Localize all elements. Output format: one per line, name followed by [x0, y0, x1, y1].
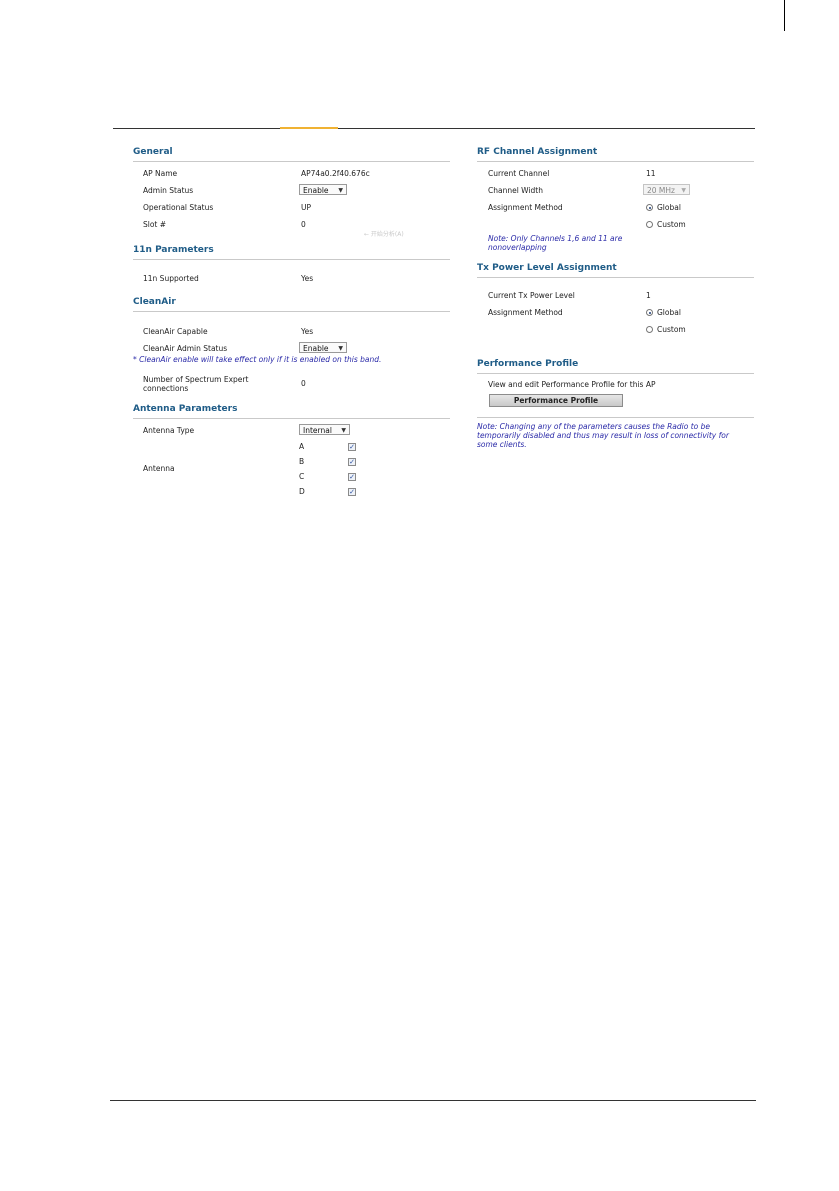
ap-name-value: AP74a0.2f40.676c: [301, 169, 370, 178]
current-channel-label: Current Channel: [488, 169, 550, 178]
antenna-label: Antenna: [143, 464, 175, 473]
11n-supported-value: Yes: [301, 274, 314, 283]
cleanair-admin-status-value: Enable: [303, 344, 329, 353]
rf-global-label: Global: [657, 203, 681, 212]
performance-profile-button[interactable]: Performance Profile: [489, 394, 623, 407]
ghost-overlay-text: ← 开始分析(A): [364, 231, 404, 238]
cleanair-divider: [133, 311, 450, 312]
bottom-note-line1: Note: Changing any of the parameters cau…: [477, 422, 711, 431]
general-divider: [133, 161, 450, 162]
tx-assignment-method-label: Assignment Method: [488, 308, 563, 317]
antenna-c-checkbox[interactable]: ✓: [348, 473, 356, 481]
spectrum-expert-label-line1: Number of Spectrum Expert: [143, 375, 249, 384]
admin-status-value: Enable: [303, 186, 329, 195]
chevron-down-icon: ▼: [338, 187, 343, 194]
spectrum-expert-label-line2: connections: [143, 384, 189, 393]
antenna-type-value: Internal: [303, 426, 332, 435]
tx-power-title: Tx Power Level Assignment: [477, 263, 617, 273]
antenna-divider: [133, 418, 450, 419]
ap-name-label: AP Name: [143, 169, 178, 178]
chevron-down-icon: ▼: [338, 345, 343, 352]
chevron-down-icon: ▼: [681, 187, 686, 194]
antenna-title: Antenna Parameters: [133, 404, 238, 414]
antenna-type-label: Antenna Type: [143, 426, 195, 435]
admin-status-select[interactable]: Enable ▼: [299, 184, 347, 195]
tx-global-label: Global: [657, 308, 681, 317]
header-rule: [113, 128, 755, 129]
cleanair-admin-status-select[interactable]: Enable ▼: [299, 342, 347, 353]
active-tab-indicator: [280, 127, 338, 129]
params-11n-title: 11n Parameters: [133, 245, 214, 255]
operational-status-label: Operational Status: [143, 203, 214, 212]
cleanair-capable-value: Yes: [301, 327, 314, 336]
tx-custom-radio[interactable]: [646, 326, 653, 333]
11n-supported-label: 11n Supported: [143, 274, 199, 283]
antenna-d-label: D: [299, 487, 305, 496]
rf-global-radio[interactable]: [646, 204, 653, 211]
current-tx-power-label: Current Tx Power Level: [488, 291, 575, 300]
performance-divider: [477, 373, 754, 374]
footer-rule: [110, 1100, 756, 1101]
tx-power-divider: [477, 277, 754, 278]
current-channel-value: 11: [646, 169, 656, 178]
antenna-b-label: B: [299, 457, 305, 466]
slot-label: Slot #: [143, 220, 167, 229]
antenna-d-checkbox[interactable]: ✓: [348, 488, 356, 496]
performance-title: Performance Profile: [477, 359, 579, 369]
antenna-c-label: C: [299, 472, 305, 481]
channel-width-label: Channel Width: [488, 186, 543, 195]
operational-status-value: UP: [301, 203, 312, 212]
slot-value: 0: [301, 220, 306, 229]
cleanair-capable-label: CleanAir Capable: [143, 327, 208, 336]
params-11n-divider: [133, 259, 450, 260]
rf-channel-divider: [477, 161, 754, 162]
bottom-note-line2: temporarily disabled and thus may result…: [477, 431, 729, 440]
performance-description: View and edit Performance Profile for th…: [488, 380, 656, 389]
admin-status-label: Admin Status: [143, 186, 194, 195]
bottom-note-line3: some clients.: [477, 440, 527, 449]
antenna-a-label: A: [299, 442, 305, 451]
current-tx-power-value: 1: [646, 291, 651, 300]
channel-width-value: 20 MHz: [647, 186, 675, 195]
tx-global-radio[interactable]: [646, 309, 653, 316]
rf-custom-radio[interactable]: [646, 221, 653, 228]
rf-custom-label: Custom: [657, 220, 686, 229]
antenna-a-checkbox[interactable]: ✓: [348, 443, 356, 451]
cleanair-title: CleanAir: [133, 297, 176, 307]
rf-assignment-method-label: Assignment Method: [488, 203, 563, 212]
general-title: General: [133, 147, 173, 157]
cleanair-note: * CleanAir enable will take effect only …: [133, 355, 382, 364]
rf-channel-title: RF Channel Assignment: [477, 147, 598, 157]
performance-bottom-divider: [477, 417, 754, 418]
antenna-b-checkbox[interactable]: ✓: [348, 458, 356, 466]
cleanair-admin-status-label: CleanAir Admin Status: [143, 344, 228, 353]
antenna-type-select[interactable]: Internal ▼: [299, 424, 350, 435]
chevron-down-icon: ▼: [341, 427, 346, 434]
channel-width-select[interactable]: 20 MHz ▼: [643, 184, 690, 195]
page-corner-mark: [784, 0, 785, 31]
rf-note-line2: nonoverlapping: [488, 243, 547, 252]
spectrum-expert-value: 0: [301, 379, 306, 388]
rf-note-line1: Note: Only Channels 1,6 and 11 are: [488, 234, 623, 243]
tx-custom-label: Custom: [657, 325, 686, 334]
